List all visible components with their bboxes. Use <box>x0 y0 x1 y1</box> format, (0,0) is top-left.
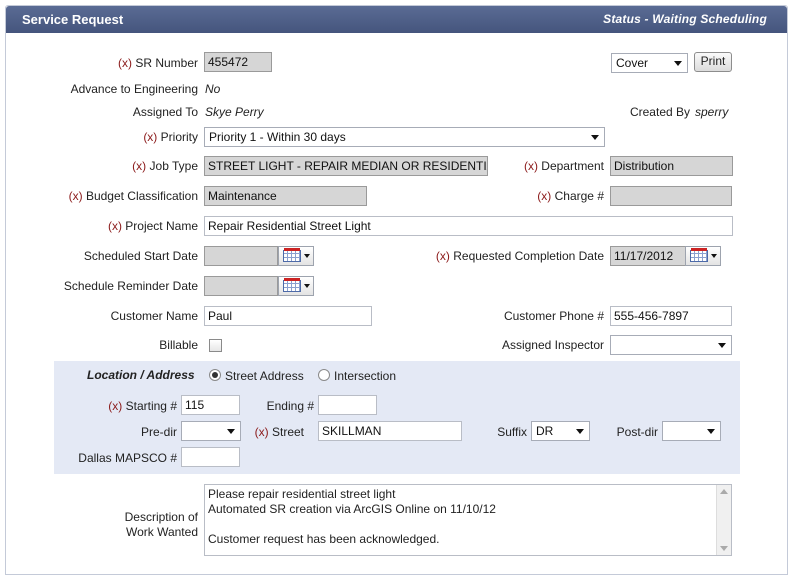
location-address-label: Location / Address <box>87 368 195 382</box>
budget-classification-field: Maintenance <box>204 186 367 206</box>
scroll-down-icon[interactable] <box>720 546 728 551</box>
schedule-reminder-date-field[interactable] <box>204 276 278 296</box>
calendar-icon[interactable] <box>278 276 314 296</box>
suffix-select[interactable]: DR <box>531 421 590 441</box>
scheduled-start-date-label: Scheduled Start Date <box>83 249 198 263</box>
customer-phone-label: Customer Phone # <box>503 309 604 323</box>
requested-completion-date-field[interactable]: 11/17/2012 <box>610 246 686 266</box>
charge-field-redacted <box>610 186 732 206</box>
department-label: (x) Department <box>523 159 604 173</box>
created-by-value: sperry <box>695 105 729 119</box>
billable-checkbox[interactable] <box>209 339 222 352</box>
street-input[interactable]: SKILLMAN <box>318 421 462 441</box>
intersection-radio[interactable] <box>318 369 330 381</box>
description-textarea[interactable]: Please repair residential street light A… <box>204 484 732 556</box>
calendar-icon[interactable] <box>685 246 721 266</box>
starting-number-label: (x) Starting # <box>108 399 177 413</box>
mapsco-label: Dallas MAPSCO # <box>78 451 177 465</box>
priority-select[interactable]: Priority 1 - Within 30 days <box>204 127 605 147</box>
assigned-inspector-label: Assigned Inspector <box>501 338 604 352</box>
department-field: Distribution <box>610 156 733 176</box>
sr-number-label: (x) SR Number <box>117 56 198 70</box>
description-label-line1: Description of <box>124 510 198 524</box>
assigned-inspector-select[interactable] <box>610 335 732 355</box>
customer-phone-input[interactable]: 555-456-7897 <box>610 306 732 326</box>
job-type-label: (x) Job Type <box>132 159 198 173</box>
project-name-input[interactable]: Repair Residential Street Light <box>204 216 733 236</box>
description-line: Automated SR creation via ArcGIS Online … <box>208 502 496 516</box>
billable-label: Billable <box>159 338 198 352</box>
ending-number-label: Ending # <box>266 399 314 413</box>
predir-label: Pre-dir <box>140 425 177 439</box>
job-type-field: STREET LIGHT - REPAIR MEDIAN OR RESIDENT… <box>204 156 488 176</box>
schedule-reminder-date-label: Schedule Reminder Date <box>63 279 198 293</box>
project-name-label: (x) Project Name <box>107 219 198 233</box>
intersection-label[interactable]: Intersection <box>334 369 396 383</box>
panel-header: Service Request Status - Waiting Schedul… <box>6 6 787 33</box>
mapsco-input[interactable] <box>181 447 240 467</box>
chevron-down-icon <box>718 343 726 348</box>
description-scrollbar[interactable] <box>716 485 731 555</box>
priority-label: (x) Priority <box>143 130 198 144</box>
requested-completion-date-label: (x) Requested Completion Date <box>435 249 604 263</box>
description-label-line2: Work Wanted <box>125 525 198 539</box>
request-status: Status - Waiting Scheduling <box>603 12 767 26</box>
chevron-down-icon <box>707 429 715 434</box>
chevron-down-icon <box>674 61 682 66</box>
customer-name-label: Customer Name <box>110 309 198 323</box>
print-button[interactable]: Print <box>694 52 732 72</box>
chevron-down-icon <box>576 429 584 434</box>
street-address-radio[interactable] <box>209 369 221 381</box>
assigned-to-value: Skye Perry <box>205 105 264 119</box>
description-line: Please repair residential street light <box>208 487 396 501</box>
street-label: (x) Street <box>254 425 304 439</box>
description-line: Customer request has been acknowledged. <box>208 532 440 546</box>
starting-number-input[interactable]: 115 <box>181 395 240 415</box>
postdir-select[interactable] <box>662 421 721 441</box>
suffix-label: Suffix <box>497 425 527 439</box>
scheduled-start-date-field[interactable] <box>204 246 278 266</box>
cover-select[interactable]: Cover <box>611 53 688 73</box>
postdir-label: Post-dir <box>616 425 658 439</box>
charge-label: (x) Charge # <box>537 189 604 203</box>
scroll-up-icon[interactable] <box>720 489 728 494</box>
ending-number-input[interactable] <box>318 395 377 415</box>
calendar-icon[interactable] <box>278 246 314 266</box>
assigned-to-label: Assigned To <box>132 105 198 119</box>
predir-select[interactable] <box>181 421 241 441</box>
created-by-label: Created By <box>629 105 690 119</box>
advance-to-engineering-value: No <box>205 82 221 96</box>
customer-name-input[interactable]: Paul <box>204 306 372 326</box>
advance-to-engineering-label: Advance to Engineering <box>70 82 198 96</box>
description-line <box>208 517 728 532</box>
sr-number-field: 455472 <box>204 52 272 72</box>
panel-title: Service Request <box>22 12 124 27</box>
chevron-down-icon <box>591 135 599 140</box>
street-address-label[interactable]: Street Address <box>225 369 304 383</box>
budget-classification-label: (x) Budget Classification <box>68 189 198 203</box>
chevron-down-icon <box>227 429 235 434</box>
